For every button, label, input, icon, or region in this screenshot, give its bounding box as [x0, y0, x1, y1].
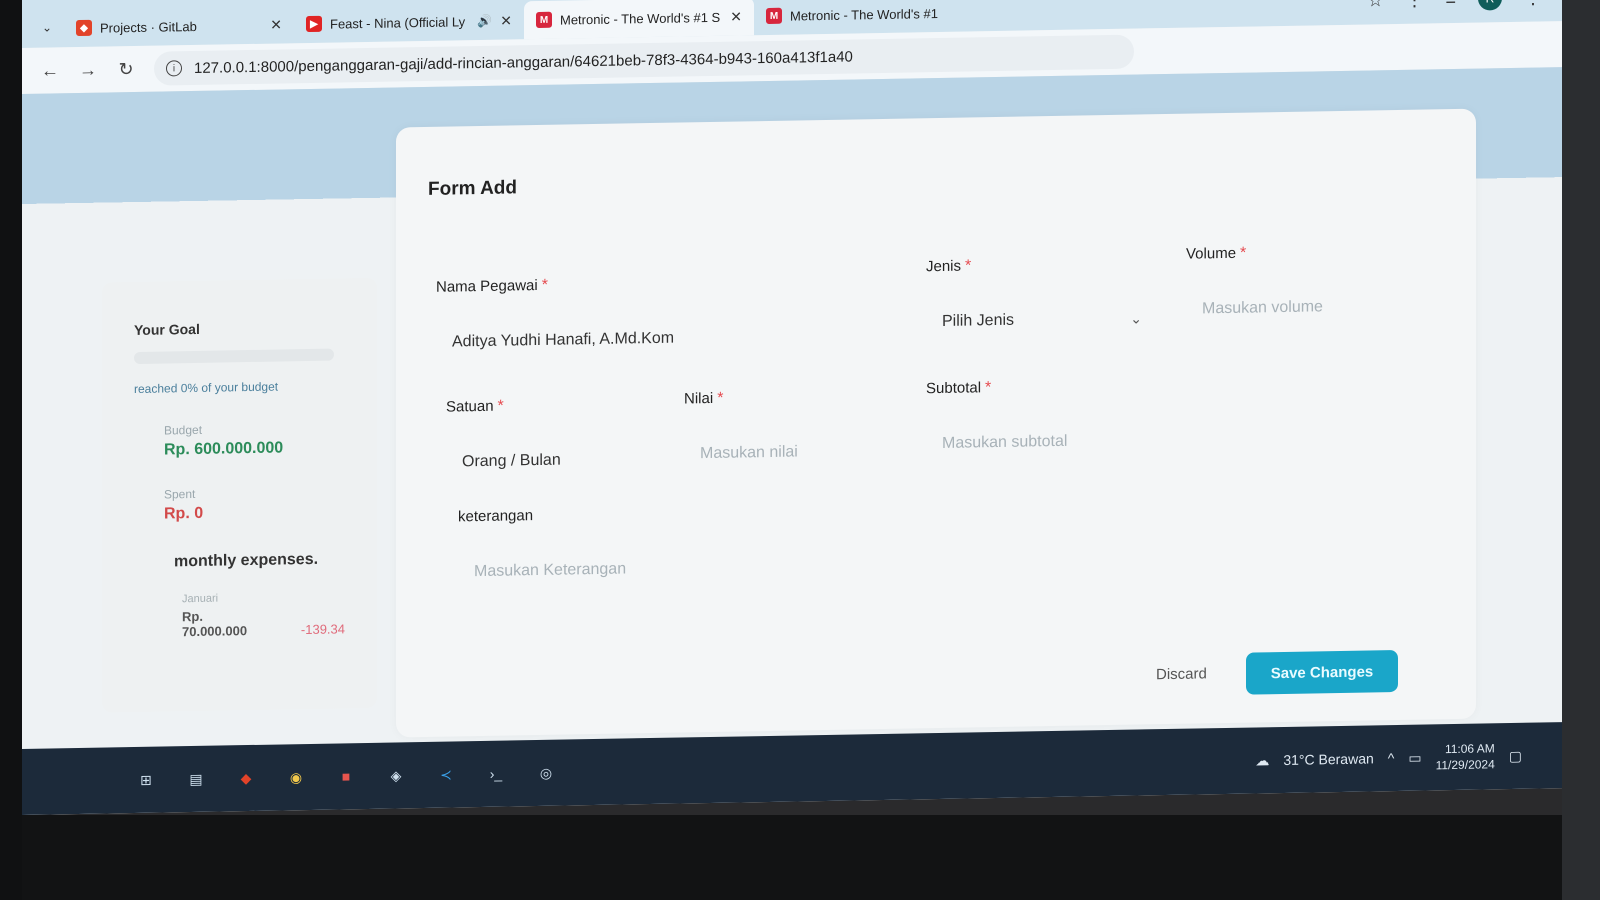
notification-icon[interactable]: ▢: [1509, 747, 1522, 764]
close-icon[interactable]: ✕: [730, 8, 742, 25]
menu-icon[interactable]: ⋮: [1524, 0, 1542, 8]
tab-search-chevron-icon[interactable]: ⌄: [30, 7, 64, 48]
tab-gitlab[interactable]: ◆ Projects · GitLab ✕: [64, 5, 294, 47]
spent-stat: Spent Rp. 0: [134, 484, 345, 524]
git-icon[interactable]: ◈: [382, 761, 410, 789]
chevron-up-icon[interactable]: ^: [1388, 750, 1395, 766]
satuan-field: Satuan * Orang / Bulan: [446, 395, 646, 483]
tab-title: Feast - Nina (Official Ly: [330, 13, 466, 32]
subtotal-field: Subtotal * Masukan subtotal: [926, 376, 1186, 465]
weather-icon: ☁: [1255, 751, 1270, 768]
close-icon[interactable]: ✕: [270, 16, 282, 33]
tab-title: Projects · GitLab: [100, 18, 197, 36]
keterangan-label: keterangan: [458, 507, 534, 526]
metronic-icon: M: [536, 11, 552, 29]
close-icon[interactable]: ✕: [500, 12, 512, 29]
clock-date: 11/29/2024: [1435, 757, 1495, 773]
goal-note: reached 0% of your budget: [134, 379, 279, 397]
tab-title: Metronic - The World's #1 S: [560, 9, 721, 28]
tab-metronic-active[interactable]: M Metronic - The World's #1 S ✕: [524, 0, 754, 40]
vscode-icon[interactable]: ≺: [432, 760, 460, 788]
nilai-field: Nilai * Masukan nilai: [684, 387, 904, 475]
nama-pegawai-input[interactable]: Aditya Yudhi Hanafi, A.Md.Kom: [436, 314, 886, 363]
goal-title: Your Goal: [134, 320, 200, 339]
volume-label: Volume: [1186, 244, 1237, 263]
required-mark: *: [497, 397, 504, 415]
subtotal-label: Subtotal: [926, 379, 982, 398]
monitor-bezel-right: [1562, 0, 1600, 900]
form-card: Form Add Nama Pegawai * Aditya Yudhi Hana…: [396, 108, 1476, 738]
spent-label: Spent: [164, 486, 196, 502]
required-mark: *: [717, 389, 724, 407]
back-icon[interactable]: ←: [40, 60, 60, 81]
avatar[interactable]: R: [1478, 0, 1502, 11]
metronic-icon: M: [766, 7, 782, 25]
app-icon[interactable]: ◎: [532, 759, 560, 787]
required-mark: *: [541, 276, 548, 294]
monitor-bezel-bottom: [0, 815, 1600, 900]
jenis-select[interactable]: Pilih Jenis ⌄: [926, 298, 1156, 343]
nilai-input[interactable]: Masukan nilai: [684, 430, 904, 475]
save-changes-button[interactable]: Save Changes: [1246, 649, 1398, 695]
chrome-icon[interactable]: ◉: [282, 763, 310, 791]
satuan-label: Satuan: [446, 397, 494, 416]
budget-label: Budget: [164, 422, 203, 438]
battery-icon[interactable]: ▭: [1408, 749, 1421, 766]
discard-button[interactable]: Discard: [1156, 665, 1207, 683]
screen: ⌄ ◆ Projects · GitLab ✕ ▶ Feast - Nina (…: [22, 0, 1562, 815]
office-icon[interactable]: ■: [332, 762, 360, 790]
page-content: Your Goal reached 0% of your budget Budg…: [22, 67, 1562, 749]
keterangan-input[interactable]: Masukan Keterangan: [458, 545, 878, 593]
tab-youtube[interactable]: ▶ Feast - Nina (Official Ly 🔊 ✕: [294, 1, 524, 43]
reload-icon[interactable]: ↻: [116, 59, 136, 80]
budget-stat: Budget Rp. 600.000.000: [134, 420, 345, 460]
keterangan-field: keterangan Masukan Keterangan: [458, 501, 878, 593]
url-text: 127.0.0.1:8000/penganggaran-gaji/add-rin…: [194, 47, 853, 77]
youtube-icon: ▶: [306, 15, 322, 33]
month-delta: -139.34: [300, 621, 345, 638]
goal-progress-bar: [134, 348, 334, 365]
terminal-icon[interactable]: ›_: [482, 759, 510, 787]
satuan-input[interactable]: Orang / Bulan: [446, 439, 646, 483]
monitor-bezel-left: [0, 0, 22, 900]
form-title: Form Add: [428, 177, 518, 200]
clock[interactable]: 11:06 AM 11/29/2024: [1436, 740, 1495, 773]
nama-pegawai-label: Nama Pegawai: [436, 276, 538, 296]
nama-pegawai-field: Nama Pegawai * Aditya Yudhi Hanafi, A.Md.…: [436, 271, 886, 363]
month-name: Januari: [182, 592, 219, 606]
jenis-field: Jenis * Pilih Jenis ⌄: [926, 254, 1156, 343]
required-mark: *: [965, 257, 972, 275]
weather-text[interactable]: 31°C Berawan: [1283, 750, 1373, 768]
tab-title: Metronic - The World's #1: [790, 5, 938, 24]
jenis-selected-value: Pilih Jenis: [942, 311, 1015, 330]
chevron-down-icon: ⌄: [1130, 309, 1142, 327]
budget-value: Rp. 600.000.000: [164, 439, 284, 459]
clock-time: 11:06 AM: [1444, 741, 1495, 757]
goal-card: Your Goal reached 0% of your budget Budg…: [102, 277, 377, 713]
nilai-label: Nilai: [684, 389, 714, 408]
windows-start-icon[interactable]: ⊞: [132, 766, 160, 794]
file-explorer-icon[interactable]: ▤: [182, 765, 210, 793]
star-icon[interactable]: ☆: [1367, 0, 1383, 11]
system-tray: ☁ 31°C Berawan ^ ▭ 11:06 AM 11/29/2024 ▢: [1255, 739, 1562, 776]
volume-field: Volume * Masukan volume: [1186, 241, 1426, 330]
gitlab-icon: ◆: [76, 19, 92, 37]
required-mark: *: [1240, 244, 1247, 262]
month-row: Januari Rp. 70.000.000 -139.34: [134, 590, 345, 640]
gitlab-app-icon[interactable]: ◆: [232, 764, 260, 792]
tab-metronic[interactable]: M Metronic - The World's #1: [754, 0, 984, 35]
media-queue-icon[interactable]: ≡: [1445, 0, 1456, 10]
info-icon[interactable]: i: [166, 60, 182, 77]
spent-value: Rp. 0: [164, 504, 204, 523]
volume-input[interactable]: Masukan volume: [1186, 285, 1426, 330]
required-mark: *: [985, 379, 992, 397]
jenis-label: Jenis: [926, 257, 962, 276]
month-value: Rp. 70.000.000: [182, 608, 248, 640]
subtotal-input[interactable]: Masukan subtotal: [926, 419, 1186, 465]
forward-icon[interactable]: →: [78, 59, 98, 80]
monthly-title: monthly expenses.: [174, 550, 319, 571]
speaker-icon[interactable]: 🔊: [477, 14, 492, 28]
extensions-icon[interactable]: ⋮: [1405, 0, 1423, 10]
